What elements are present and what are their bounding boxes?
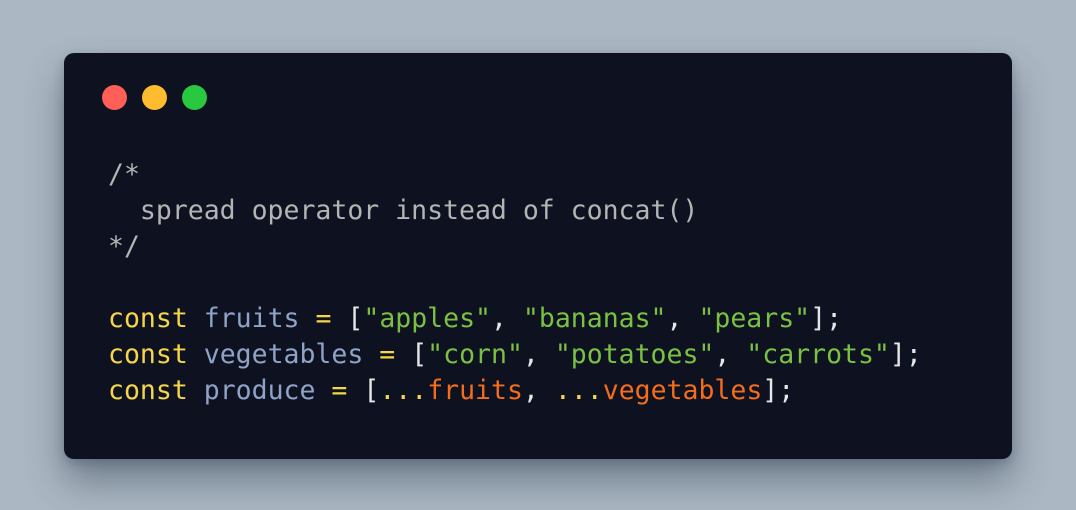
variable-name: vegetables xyxy=(203,339,364,370)
assign-operator: = xyxy=(315,303,332,334)
keyword-const: const xyxy=(108,303,188,334)
bracket-close: ]; xyxy=(889,339,922,370)
maximize-button[interactable] xyxy=(182,85,207,110)
variable-name: produce xyxy=(203,375,316,406)
bracket-open: [ xyxy=(411,339,428,370)
keyword-const: const xyxy=(108,375,188,406)
spread-operator: ... xyxy=(554,375,603,406)
string-literal: "bananas" xyxy=(522,303,667,334)
spread-reference: fruits xyxy=(427,375,523,406)
spread-operator: ... xyxy=(379,375,428,406)
code-line-vegetables: const vegetables = ["corn", "potatoes", … xyxy=(108,337,922,373)
code-line-produce: const produce = [...fruits, ...vegetable… xyxy=(108,373,922,409)
string-literal: "pears" xyxy=(698,303,811,334)
string-literal: "carrots" xyxy=(746,339,890,370)
string-literal: "potatoes" xyxy=(554,339,715,370)
close-button[interactable] xyxy=(102,85,127,110)
comma: , xyxy=(522,339,555,370)
keyword-const: const xyxy=(108,339,188,370)
bracket-close: ]; xyxy=(810,303,843,334)
bracket-open: [ xyxy=(363,375,380,406)
window-controls xyxy=(102,85,207,110)
code-block: /* spread operator instead of concat() */… xyxy=(108,157,922,409)
assign-operator: = xyxy=(331,375,348,406)
string-literal: "apples" xyxy=(363,303,491,334)
string-literal: "corn" xyxy=(427,339,523,370)
comma: , xyxy=(522,375,539,406)
comment-close: */ xyxy=(108,231,140,262)
comma: , xyxy=(491,303,523,334)
variable-name: fruits xyxy=(203,303,300,334)
bracket-close: ]; xyxy=(762,375,795,406)
comment-text: spread operator instead of concat() xyxy=(108,195,699,226)
comma: , xyxy=(714,339,747,370)
code-window: /* spread operator instead of concat() */… xyxy=(64,53,1012,459)
comment-open: /* xyxy=(108,159,140,190)
code-line-fruits: const fruits = ["apples", "bananas", "pe… xyxy=(108,301,922,337)
comma: , xyxy=(666,303,699,334)
minimize-button[interactable] xyxy=(142,85,167,110)
spread-reference: vegetables xyxy=(602,375,763,406)
bracket-open: [ xyxy=(347,303,364,334)
assign-operator: = xyxy=(379,339,396,370)
